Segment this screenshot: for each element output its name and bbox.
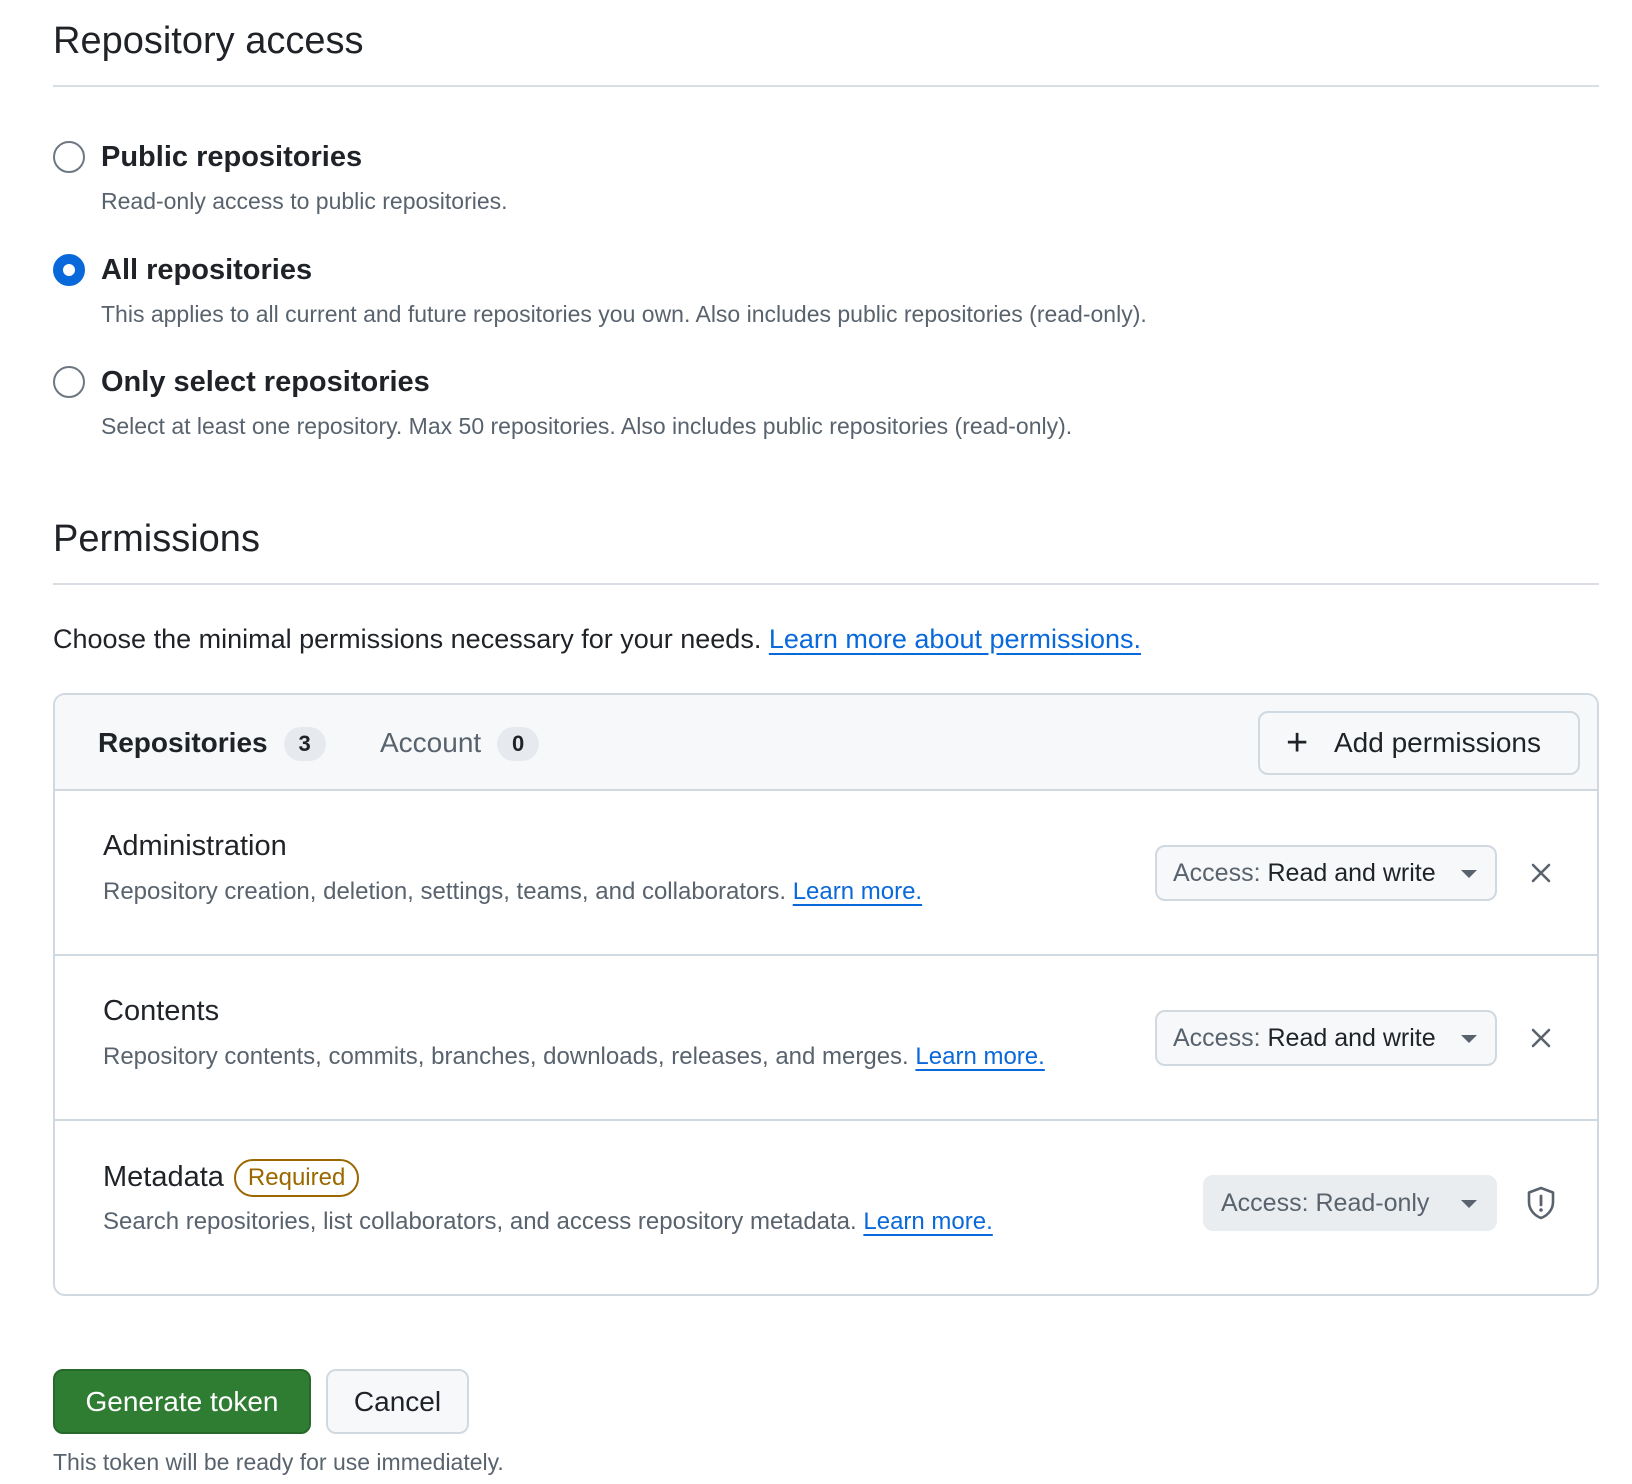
learn-more-link[interactable]: Learn more.	[915, 1043, 1044, 1070]
radio-option-all-repositories[interactable]: All repositories This applies to all cur…	[53, 254, 1453, 334]
access-level-dropdown-disabled: Access: Read-only	[1203, 1175, 1497, 1231]
plus-icon: +	[1286, 722, 1309, 764]
permissions-intro-text: Choose the minimal permissions necessary…	[53, 624, 762, 654]
permissions-intro: Choose the minimal permissions necessary…	[53, 622, 1141, 656]
shield-icon	[1527, 1186, 1555, 1220]
permission-row-administration: Administration Repository creation, dele…	[55, 791, 1597, 956]
access-prefix: Access:	[1173, 1024, 1261, 1052]
access-value: Read and write	[1267, 859, 1436, 887]
permission-name: Metadata	[103, 1161, 224, 1193]
token-ready-note: This token will be ready for use immedia…	[53, 1449, 504, 1475]
caret-down-icon	[1461, 1035, 1477, 1043]
radio-button[interactable]	[53, 366, 85, 398]
caret-down-icon	[1461, 870, 1477, 878]
divider	[53, 85, 1599, 87]
repository-access-heading: Repository access	[53, 20, 364, 62]
radio-button[interactable]	[53, 141, 85, 173]
learn-more-link[interactable]: Learn more.	[793, 878, 922, 905]
radio-option-only-select-repositories[interactable]: Only select repositories Select at least…	[53, 366, 1453, 446]
radio-label[interactable]: All repositories	[101, 254, 312, 286]
radio-label[interactable]: Only select repositories	[101, 366, 430, 398]
permissions-heading: Permissions	[53, 518, 260, 560]
access-prefix: Access:	[1173, 859, 1261, 887]
access-level-dropdown[interactable]: Access: Read and write	[1155, 845, 1497, 901]
divider	[53, 583, 1599, 585]
permission-name-wrapper: Metadata Required	[103, 1159, 360, 1197]
permission-description: Repository contents, commits, branches, …	[103, 1041, 1045, 1073]
permission-description-text: Search repositories, list collaborators,…	[103, 1208, 857, 1235]
permission-description: Search repositories, list collaborators,…	[103, 1206, 993, 1238]
permission-name: Contents	[103, 995, 220, 1027]
token-settings-page: Repository access Public repositories Re…	[0, 0, 1632, 1484]
add-permissions-button[interactable]: + Add permissions	[1258, 711, 1580, 775]
close-icon[interactable]	[1525, 1022, 1557, 1054]
tab-counter: 0	[497, 727, 540, 761]
cancel-button[interactable]: Cancel	[326, 1369, 469, 1434]
tab-label: Account	[380, 727, 482, 758]
tab-label: Repositories	[98, 727, 268, 758]
caret-down-icon	[1461, 1200, 1477, 1208]
access-value: Read-only	[1315, 1189, 1430, 1217]
tab-counter: 3	[283, 727, 326, 761]
radio-option-public-repositories[interactable]: Public repositories Read-only access to …	[53, 141, 1453, 221]
access-level-dropdown[interactable]: Access: Read and write	[1155, 1010, 1497, 1066]
permissions-panel: Repositories 3 Account 0 + Add permissions…	[53, 693, 1599, 1296]
access-label: Access: Read-only	[1221, 1177, 1429, 1229]
access-label: Access: Read and write	[1173, 847, 1436, 899]
access-label: Access: Read and write	[1173, 1012, 1436, 1064]
tab-repositories[interactable]: Repositories 3	[98, 725, 326, 761]
permission-description-text: Repository creation, deletion, settings,…	[103, 878, 787, 905]
permission-description-text: Repository contents, commits, branches, …	[103, 1043, 909, 1070]
required-badge: Required	[233, 1159, 360, 1197]
tab-account[interactable]: Account 0	[380, 725, 540, 761]
learn-more-permissions-link[interactable]: Learn more about permissions.	[769, 624, 1141, 654]
radio-description: This applies to all current and future r…	[101, 301, 1147, 327]
radio-description: Select at least one repository. Max 50 r…	[101, 413, 1073, 439]
access-prefix: Access:	[1221, 1189, 1309, 1217]
permission-row-metadata: Metadata Required Search repositories, li…	[55, 1121, 1597, 1286]
access-value: Read and write	[1267, 1024, 1436, 1052]
permission-description: Repository creation, deletion, settings,…	[103, 876, 922, 908]
learn-more-link[interactable]: Learn more.	[863, 1208, 992, 1235]
add-permissions-label: Add permissions	[1334, 727, 1541, 758]
permissions-panel-header: Repositories 3 Account 0 + Add permissions	[55, 695, 1597, 791]
permission-row-contents: Contents Repository contents, commits, b…	[55, 956, 1597, 1121]
radio-button-checked[interactable]	[53, 254, 85, 286]
permission-name: Administration	[103, 830, 287, 862]
close-icon[interactable]	[1525, 857, 1557, 889]
radio-label[interactable]: Public repositories	[101, 141, 362, 173]
generate-token-button[interactable]: Generate token	[53, 1369, 311, 1434]
radio-description: Read-only access to public repositories.	[101, 188, 508, 214]
